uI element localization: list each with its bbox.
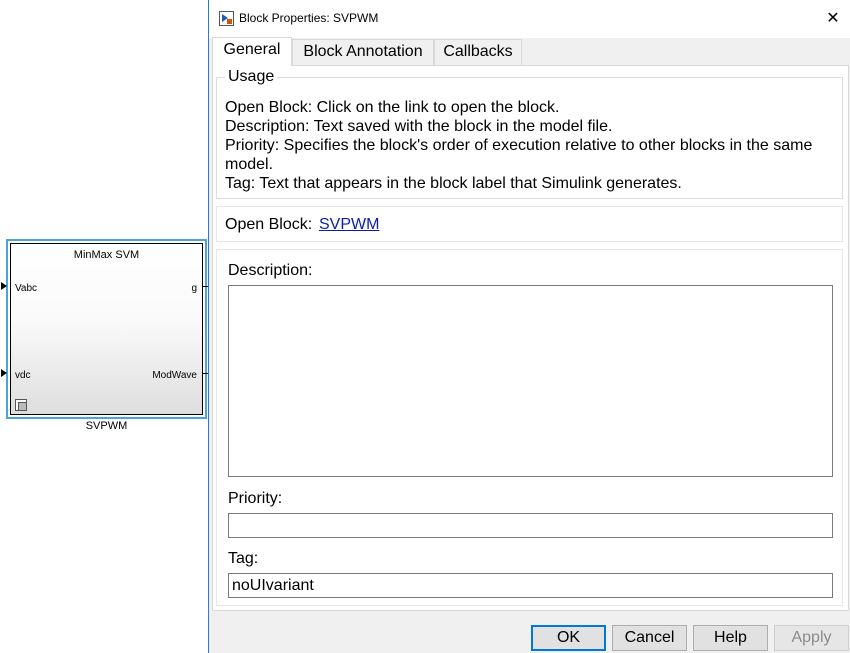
help-button[interactable]: Help	[693, 625, 768, 651]
tag-input[interactable]	[228, 573, 833, 598]
usage-line-open-block: Open Block: Click on the link to open th…	[225, 99, 560, 116]
tab-block-annotation[interactable]: Block Annotation	[292, 39, 434, 65]
input-port-vabc-arrow-icon[interactable]	[1, 282, 7, 290]
apply-button[interactable]: Apply	[774, 625, 849, 651]
description-label: Description:	[228, 262, 313, 279]
output-port-modwave-label: ModWave	[152, 370, 197, 381]
open-block-link[interactable]: SVPWM	[319, 216, 379, 234]
tab-general[interactable]: General	[212, 37, 292, 66]
svpwm-block[interactable]: MinMax SVM Vabc vdc g ModWave	[10, 243, 203, 415]
priority-label: Priority:	[228, 490, 283, 507]
properties-fields-group: Description: Priority: Tag:	[216, 249, 843, 606]
ok-button[interactable]: OK	[531, 625, 606, 651]
block-name-label[interactable]: SVPWM	[6, 420, 207, 432]
dialog-titlebar[interactable]: Block Properties: SVPWM ✕	[209, 0, 850, 38]
input-port-vdc-arrow-icon[interactable]	[1, 369, 7, 377]
usage-line-tag: Tag: Text that appears in the block labe…	[225, 175, 682, 192]
close-icon[interactable]: ✕	[816, 0, 850, 38]
general-tab-panel: Usage Open Block: Click on the link to o…	[212, 65, 849, 611]
block-properties-dialog: Block Properties: SVPWM ✕ General Block …	[208, 0, 850, 653]
block-mask-title: MinMax SVM	[73, 249, 140, 261]
usage-legend: Usage	[225, 68, 278, 86]
open-block-row: Open Block: SVPWM	[216, 206, 843, 242]
usage-text: Open Block: Click on the link to open th…	[225, 98, 832, 193]
input-port-vabc-label: Vabc	[15, 283, 38, 294]
simulink-app-icon	[219, 11, 234, 26]
tab-callbacks[interactable]: Callbacks	[434, 39, 522, 65]
tag-label: Tag:	[228, 550, 259, 567]
svpwm-block-selection[interactable]: MinMax SVM Vabc vdc g ModWave	[6, 239, 207, 419]
subsystem-icon	[15, 399, 27, 411]
output-port-g-label: g	[191, 283, 197, 294]
usage-group: Usage Open Block: Click on the link to o…	[216, 68, 843, 199]
input-port-vdc-label: vdc	[15, 370, 31, 381]
priority-input[interactable]	[228, 513, 833, 538]
cancel-button[interactable]: Cancel	[612, 625, 687, 651]
usage-line-priority: Priority: Specifies the block's order of…	[225, 137, 813, 173]
open-block-label: Open Block:	[225, 216, 313, 233]
usage-line-description: Description: Text saved with the block i…	[225, 118, 613, 135]
description-textarea[interactable]	[228, 285, 833, 477]
dialog-title: Block Properties: SVPWM	[239, 11, 379, 25]
